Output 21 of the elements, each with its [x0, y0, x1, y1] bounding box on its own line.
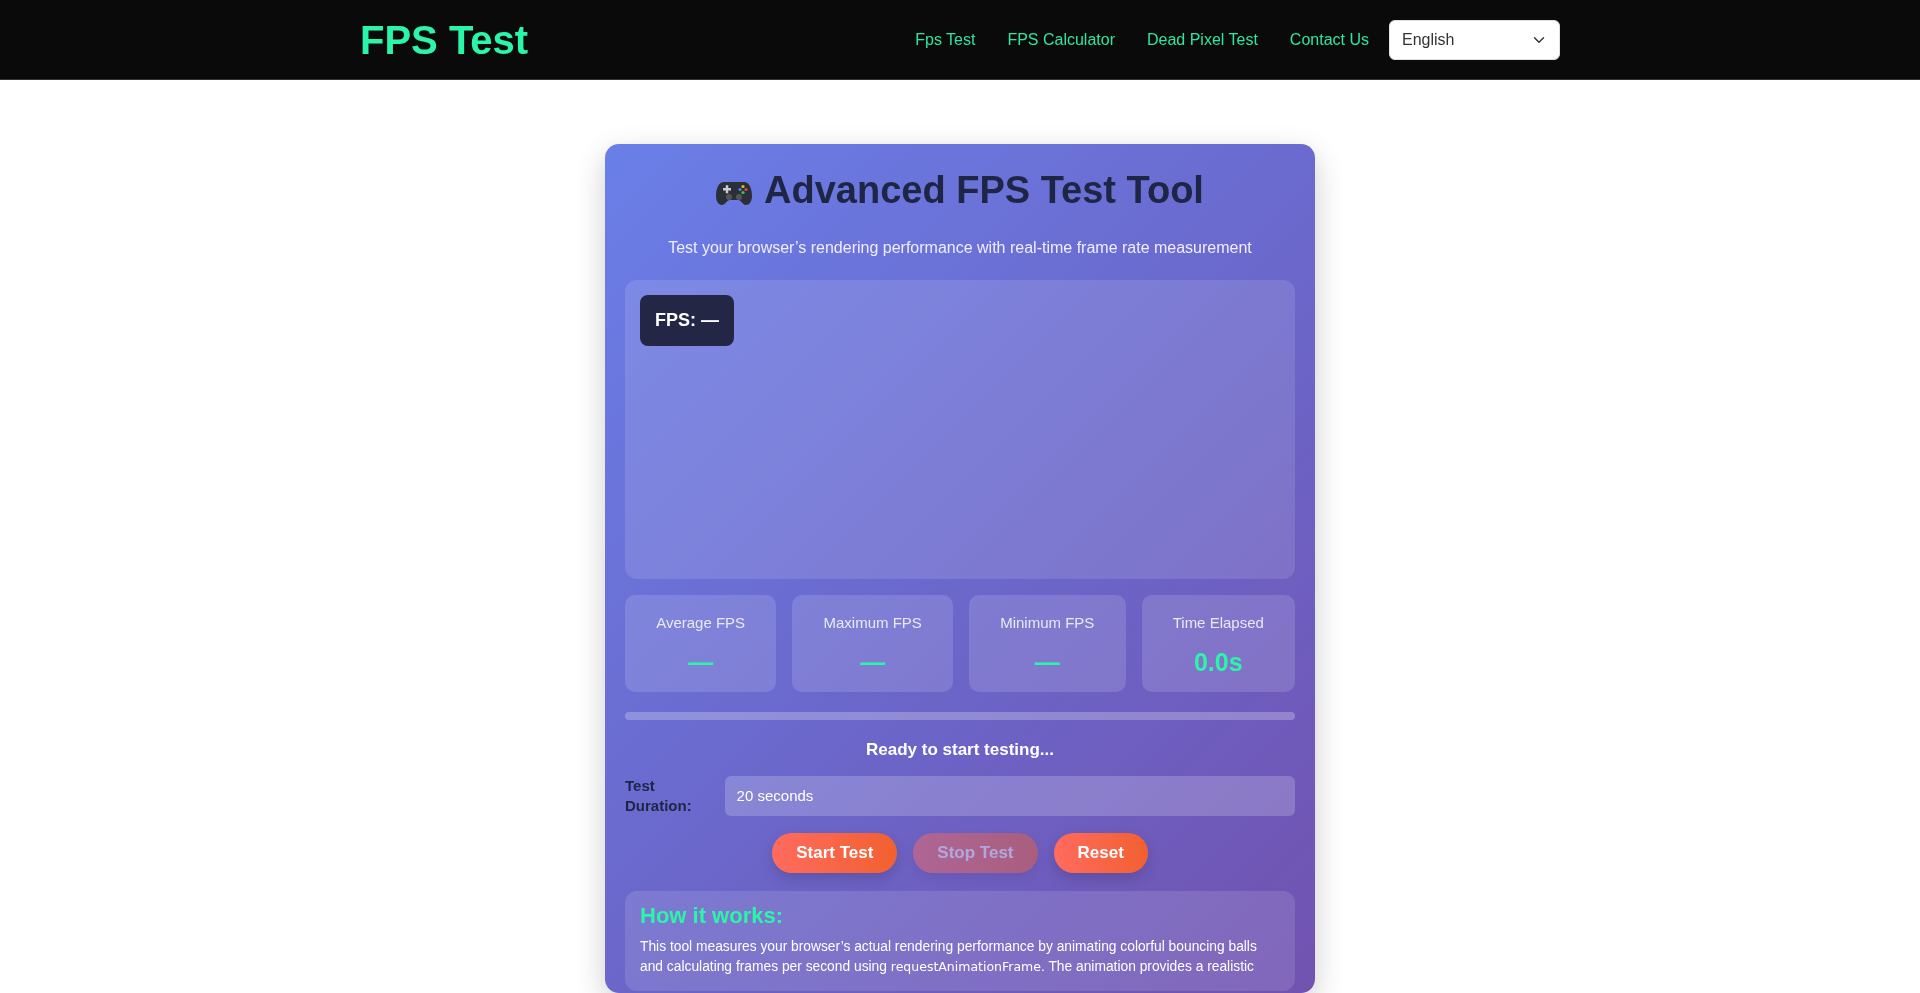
stat-label: Minimum FPS	[999, 612, 1096, 633]
nav-link[interactable]: FPS Calculator	[991, 27, 1131, 52]
nav-link[interactable]: Dead Pixel Test	[1131, 27, 1274, 52]
duration-label: Test Duration:	[625, 776, 693, 817]
fps-overlay: FPS: —	[640, 294, 734, 346]
stat-label: Maximum FPS	[822, 612, 923, 633]
stat-label: Average FPS	[655, 612, 747, 633]
status-text: Ready to start testing...	[865, 738, 1055, 761]
site-logo[interactable]: FPS Test	[360, 9, 529, 70]
stat-value: —	[1033, 647, 1061, 679]
info-heading: How it works:	[640, 902, 784, 929]
nav-link[interactable]: Fps Test	[899, 27, 992, 52]
stat-value: 0.0s	[1192, 647, 1244, 679]
nav-link[interactable]: Contact Us	[1273, 27, 1385, 52]
tool-subtitle: Test your browser’s rendering performance with real-time frame rate measurement	[667, 237, 1253, 258]
stat-label: Time Elapsed	[1171, 612, 1265, 633]
language-select[interactable]: English	[1389, 19, 1560, 60]
stat-value: —	[859, 647, 887, 679]
stat-value: —	[687, 647, 715, 679]
tool-title: Advanced FPS Test Tool	[764, 168, 1204, 213]
info-paragraph: This tool measures your browser’s actual rendering performance by animating colorful bouncing balls and calculating frames per second using requestAnimationFrame. The animation provides a realistic	[640, 938, 1258, 976]
